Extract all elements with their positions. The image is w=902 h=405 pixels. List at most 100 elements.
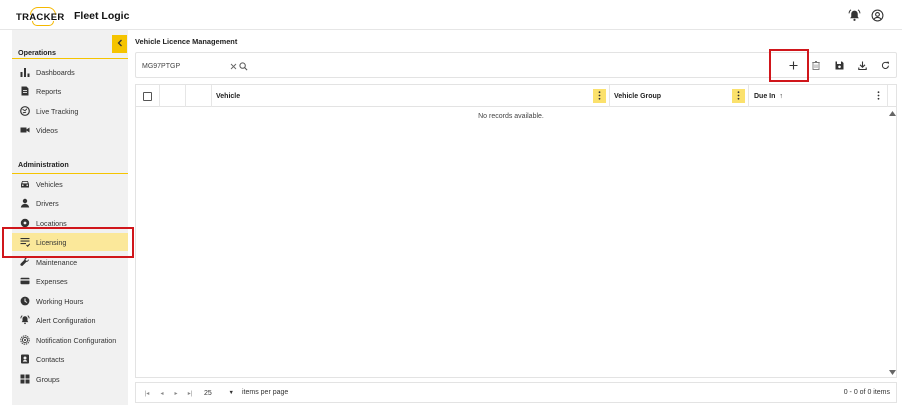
column-menu-vehicle-group[interactable] <box>732 89 745 103</box>
page-title: Vehicle Licence Management <box>135 37 238 46</box>
dropdown-arrow-icon: ▼ <box>228 390 234 396</box>
scroll-up-arrow-icon[interactable] <box>888 109 896 117</box>
column-divider <box>211 85 212 107</box>
sidebar-item-dashboards[interactable]: Dashboards <box>12 63 128 81</box>
column-divider <box>609 85 610 107</box>
sidebar-item-label: Notification Configuration <box>36 335 117 345</box>
checkbox <box>143 91 152 101</box>
sidebar-item-label: Maintenance <box>36 257 78 267</box>
sidebar-item-vehicles[interactable]: Vehicles <box>12 175 128 193</box>
sidebar-item-label: Drivers <box>36 198 59 208</box>
last-page-icon[interactable]: ▸| <box>185 387 195 399</box>
sidebar-item-live-tracking[interactable]: Live Tracking <box>12 102 128 120</box>
section-title-operations: Operations <box>18 48 56 57</box>
page-size-value: 25 <box>204 389 212 397</box>
download-button[interactable] <box>855 59 869 73</box>
section-divider <box>12 58 128 59</box>
search-input[interactable] <box>142 59 228 73</box>
clear-icon[interactable] <box>228 61 238 71</box>
column-header-label: Due In <box>754 92 776 100</box>
column-menu-due-in[interactable] <box>872 89 885 103</box>
sidebar-item-label: Videos <box>36 125 58 135</box>
sidebar-item-working-hours[interactable]: Working Hours <box>12 292 128 310</box>
items-per-page-label: items per page <box>242 389 289 396</box>
item-count: 0 - 0 of 0 items <box>843 389 890 396</box>
logo-arc-bottom <box>32 21 54 26</box>
page-size-select[interactable]: 25 ▼ <box>204 386 238 400</box>
car-icon <box>18 177 32 191</box>
sidebar: Operations Dashboards Reports Live Track… <box>12 30 128 405</box>
download-icon <box>857 61 867 72</box>
trash-icon <box>812 60 820 72</box>
sidebar-item-label: Working Hours <box>36 296 84 306</box>
search-box <box>142 58 252 74</box>
sidebar-item-label: Groups <box>36 374 60 384</box>
alarm-bell-icon[interactable] <box>848 9 861 22</box>
person-icon <box>18 196 32 210</box>
save-button[interactable] <box>832 59 846 73</box>
more-vertical-icon <box>598 90 601 102</box>
top-bar: TRACKER Fleet Logic <box>0 0 902 30</box>
column-divider <box>887 85 888 107</box>
card-icon <box>18 274 32 288</box>
sidebar-item-label: Dashboards <box>36 67 75 77</box>
sidebar-item-label: Vehicles <box>36 179 63 189</box>
grid-header: Vehicle Vehicle Group Due In ↑ <box>136 85 896 107</box>
sidebar-item-alert-configuration[interactable]: Alert Configuration <box>12 311 128 329</box>
sidebar-item-label: Expenses <box>36 276 68 286</box>
sidebar-collapse-button[interactable] <box>112 35 127 53</box>
sidebar-item-label: Contacts <box>36 354 65 364</box>
sidebar-item-videos[interactable]: Videos <box>12 121 128 139</box>
sort-ascending-icon: ↑ <box>779 92 783 100</box>
more-vertical-icon <box>737 90 740 102</box>
sidebar-item-label: Live Tracking <box>36 106 79 116</box>
sidebar-item-contacts[interactable]: Contacts <box>12 350 128 368</box>
refresh-button[interactable] <box>878 59 892 73</box>
chevron-left-icon <box>117 39 123 49</box>
highlight-licensing <box>2 227 134 258</box>
sidebar-item-drivers[interactable]: Drivers <box>12 194 128 212</box>
refresh-icon <box>881 61 890 72</box>
document-icon <box>18 84 32 98</box>
search-icon[interactable] <box>238 61 248 71</box>
column-menu-vehicle[interactable] <box>593 89 606 103</box>
floppy-disk-icon <box>835 61 844 72</box>
bar-chart-icon <box>18 65 32 79</box>
column-header-vehicle[interactable]: Vehicle <box>216 85 240 107</box>
contact-book-icon <box>18 352 32 366</box>
logo-suffix: Fleet Logic <box>74 10 130 22</box>
next-page-icon[interactable]: ▸ <box>171 387 181 399</box>
column-header-due-in[interactable]: Due In ↑ <box>754 85 783 107</box>
section-divider <box>12 173 128 174</box>
sidebar-item-groups[interactable]: Groups <box>12 370 128 388</box>
scroll-down-arrow-icon[interactable] <box>888 368 896 376</box>
section-title-administration: Administration <box>18 160 69 169</box>
select-all-checkbox[interactable] <box>143 85 152 107</box>
sidebar-item-reports[interactable]: Reports <box>12 82 128 100</box>
sidebar-item-label: Alert Configuration <box>36 315 96 325</box>
logo-mark: TRACKER <box>16 6 72 26</box>
licence-grid: Vehicle Vehicle Group Due In ↑ No record… <box>135 84 897 378</box>
sidebar-item-notification-configuration[interactable]: Notification Configuration <box>12 331 128 349</box>
video-camera-icon <box>18 123 32 137</box>
sidebar-item-label: Reports <box>36 86 62 96</box>
column-divider <box>748 85 749 107</box>
previous-page-icon[interactable]: ◂ <box>157 387 167 399</box>
groups-icon <box>18 372 32 386</box>
empty-message: No records available. <box>478 113 544 120</box>
alarm-bell-icon <box>18 313 32 327</box>
highlight-add-button <box>769 49 809 82</box>
user-account-icon[interactable] <box>871 9 884 22</box>
more-vertical-icon <box>877 90 880 102</box>
globe-icon <box>18 104 32 118</box>
brand-logo[interactable]: TRACKER Fleet Logic <box>16 6 129 26</box>
column-divider <box>185 85 186 107</box>
notification-cog-icon <box>18 333 32 347</box>
pager: |◂ ◂ ▸ ▸| 25 ▼ items per page 0 - 0 of 0… <box>135 382 897 403</box>
column-header-vehicle-group[interactable]: Vehicle Group <box>614 85 661 107</box>
column-divider <box>159 85 160 107</box>
delete-button[interactable] <box>809 59 823 73</box>
clock-icon <box>18 294 32 308</box>
first-page-icon[interactable]: |◂ <box>142 387 152 399</box>
sidebar-item-expenses[interactable]: Expenses <box>12 272 128 290</box>
